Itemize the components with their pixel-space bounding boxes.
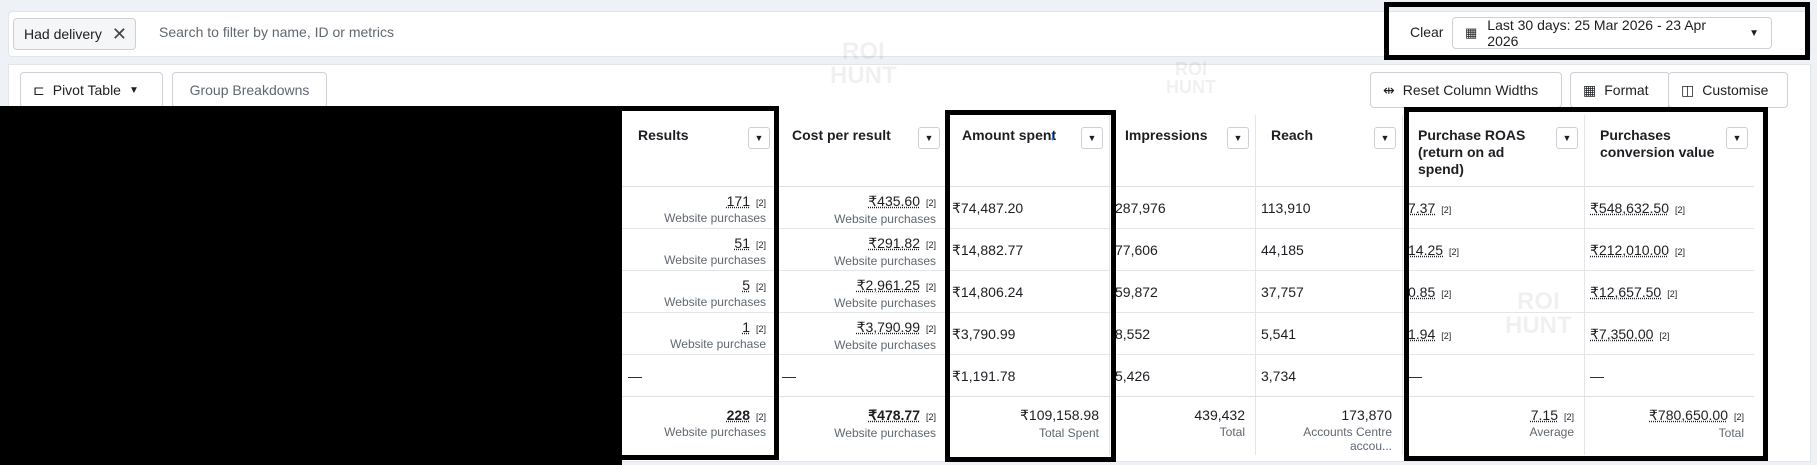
filter-chip-label: Had delivery <box>24 26 102 42</box>
pivot-table-label: Pivot Table <box>52 82 121 98</box>
total-cell-cpr: ₹478.77 [2] Website purchases <box>776 397 946 455</box>
cell-subtext: Website purchases <box>834 296 936 310</box>
cell-value: 77,606 <box>1115 242 1158 258</box>
cell-value[interactable]: ₹291.82 <box>868 235 920 251</box>
column-header-label: Impressions <box>1125 127 1208 143</box>
column-header-impressions[interactable]: Impressions ▼ <box>1109 115 1255 187</box>
watermark-logo: ROI HUNT <box>1166 59 1216 97</box>
column-header-label: Cost per result <box>792 127 891 143</box>
column-header-reach[interactable]: Reach ▼ <box>1255 115 1402 187</box>
cell-value: 5,541 <box>1261 326 1297 342</box>
footnote-marker: [2] <box>925 412 936 422</box>
footnote-marker: [2] <box>925 324 936 334</box>
table-cell-impressions: 8,552 <box>1109 313 1255 355</box>
group-breakdowns-button[interactable]: Group Breakdowns <box>172 72 327 108</box>
calendar-icon: ▦ <box>1465 25 1478 40</box>
reset-column-widths-button[interactable]: ⇹ Reset Column Widths <box>1370 72 1562 108</box>
footnote-marker: [2] <box>925 282 936 292</box>
watermark-logo: ROI HUNT <box>830 38 897 89</box>
reset-label: Reset Column Widths <box>1402 82 1539 98</box>
pivot-table-button[interactable]: ⊏ Pivot Table ▼ <box>20 72 163 108</box>
table-cell-cpr: ₹3,790.99 [2] Website purchases <box>776 313 946 355</box>
total-value[interactable]: ₹478.77 <box>868 407 920 423</box>
customise-button[interactable]: ◫ Customise <box>1668 72 1788 108</box>
table-cell-impressions: 287,976 <box>1109 187 1255 229</box>
table-cell-reach: 3,734 <box>1255 355 1402 397</box>
cell-value: 59,872 <box>1115 284 1158 300</box>
table-cell-impressions: 59,872 <box>1109 271 1255 313</box>
total-subtext: Accounts Centre accou... <box>1303 425 1392 453</box>
chevron-down-icon[interactable]: ▼ <box>1374 127 1396 149</box>
pivot-icon: ⊏ <box>33 81 45 98</box>
cell-value: 113,910 <box>1261 200 1311 216</box>
chevron-down-icon: ▼ <box>128 84 139 96</box>
table-cell-reach: 44,185 <box>1255 229 1402 271</box>
cell-subtext: Website purchases <box>834 212 936 226</box>
table-cell-cpr: ₹291.82 [2] Website purchases <box>776 229 946 271</box>
table-cell-impressions: 5,426 <box>1109 355 1255 397</box>
column-header-cpr[interactable]: Cost per result ▼ <box>776 115 946 187</box>
amount-highlight-frame <box>945 110 1116 462</box>
clear-button[interactable]: Clear <box>1410 24 1443 40</box>
chevron-down-icon[interactable]: ▼ <box>1227 127 1249 149</box>
table-cell-reach: 37,757 <box>1255 271 1402 313</box>
format-button[interactable]: ▦ Format <box>1570 72 1670 108</box>
cell-value: 287,976 <box>1115 200 1166 216</box>
cell-value: 8,552 <box>1115 326 1151 342</box>
footnote-marker: [2] <box>925 240 936 250</box>
total-subtext: Website purchases <box>834 426 936 440</box>
total-cell-impressions: 439,432 Total <box>1109 397 1255 455</box>
format-label: Format <box>1604 82 1649 98</box>
cell-value: 5,426 <box>1115 368 1151 384</box>
column-header-label: Reach <box>1271 127 1314 143</box>
cell-value[interactable]: ₹2,961.25 <box>857 277 920 293</box>
date-range-label: Last 30 days: 25 Mar 2026 - 23 Apr 2026 <box>1487 17 1706 49</box>
close-icon[interactable]: ✕ <box>112 25 127 43</box>
columns-icon: ◫ <box>1681 81 1695 98</box>
roas-highlight-frame <box>1404 107 1768 461</box>
cell-value: 3,734 <box>1261 368 1297 384</box>
total-cell-reach: 173,870 Accounts Centre accou... <box>1255 397 1402 455</box>
filter-chip-had-delivery[interactable]: Had delivery ✕ <box>13 18 136 50</box>
redacted-area <box>0 106 622 465</box>
grid-icon: ▦ <box>1583 81 1597 98</box>
table-cell-cpr: — <box>776 355 946 397</box>
total-value: 439,432 <box>1194 407 1245 423</box>
results-highlight-frame <box>616 106 779 460</box>
search-input[interactable]: Search to filter by name, ID or metrics <box>159 24 394 40</box>
column-resize-icon: ⇹ <box>1383 81 1395 98</box>
chevron-down-icon[interactable]: ▼ <box>918 127 940 149</box>
chevron-down-icon: ▼ <box>1749 27 1759 39</box>
table-cell-cpr: ₹2,961.25 [2] Website purchases <box>776 271 946 313</box>
table-cell-reach: 113,910 <box>1255 187 1402 229</box>
cell-subtext: Website purchases <box>834 254 936 268</box>
total-subtext: Total <box>1219 425 1245 439</box>
cell-value[interactable]: ₹435.60 <box>868 193 920 209</box>
date-range-button[interactable]: ▦ Last 30 days: 25 Mar 2026 - 23 Apr 202… <box>1452 17 1772 49</box>
table-cell-reach: 5,541 <box>1255 313 1402 355</box>
cell-value: 44,185 <box>1261 242 1304 258</box>
table-cell-impressions: 77,606 <box>1109 229 1255 271</box>
footnote-marker: [2] <box>925 198 936 208</box>
total-value: 173,870 <box>1341 407 1392 423</box>
table-cell-cpr: ₹435.60 [2] Website purchases <box>776 187 946 229</box>
cell-subtext: Website purchases <box>834 338 936 352</box>
cell-value: — <box>782 368 796 384</box>
customise-label: Customise <box>1702 82 1769 98</box>
cell-value[interactable]: ₹3,790.99 <box>857 319 920 335</box>
cell-value: 37,757 <box>1261 284 1304 300</box>
